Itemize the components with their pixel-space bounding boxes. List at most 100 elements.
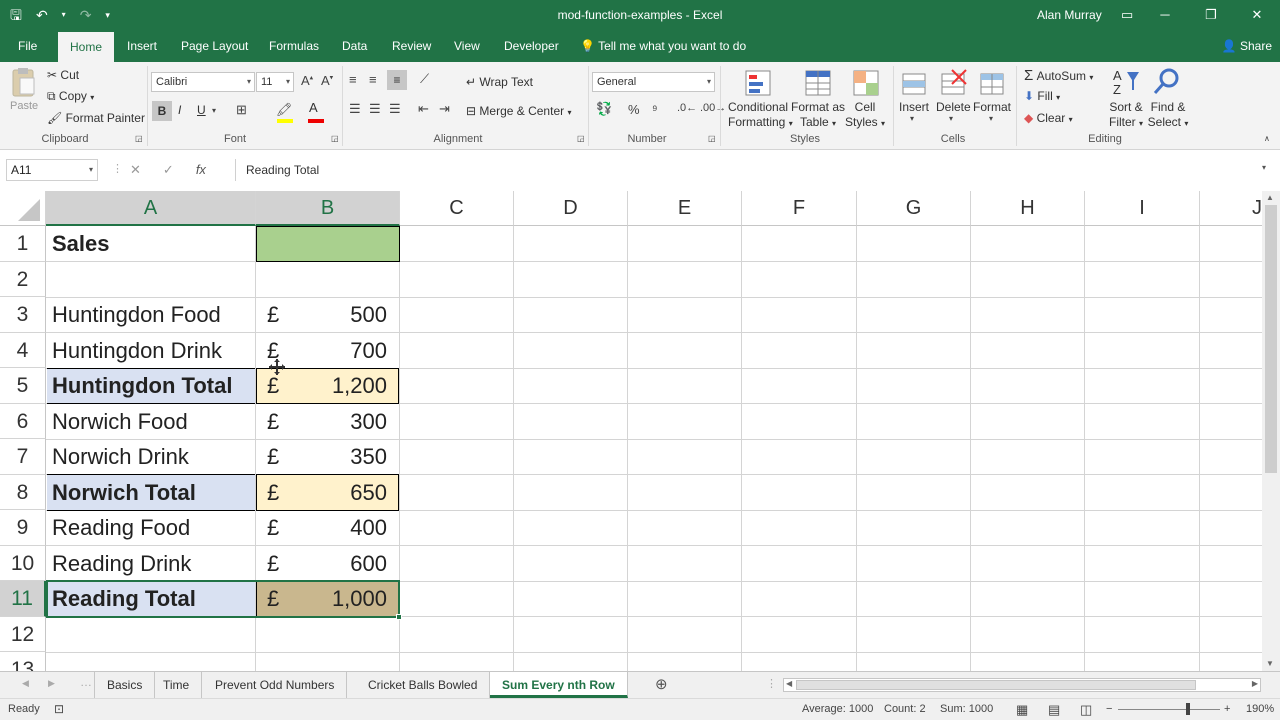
insert-cells-button[interactable]: Insert (899, 100, 929, 114)
minimize-icon[interactable]: ─ (1142, 0, 1188, 30)
sheet-tab-cricket-balls-bowled[interactable]: Cricket Balls Bowled (356, 672, 491, 698)
status-average[interactable]: Average: 1000 (802, 699, 873, 720)
row-header[interactable]: 6 (0, 404, 46, 439)
cell-a9[interactable]: Reading Food (52, 510, 190, 546)
cell-a7[interactable]: Norwich Drink (52, 439, 189, 475)
increase-indent-icon[interactable]: ⇥ (439, 101, 450, 117)
cell-b3[interactable]: 500 (300, 297, 387, 333)
collapse-ribbon-icon[interactable]: ∧ (1264, 134, 1270, 143)
font-launcher-icon[interactable]: ◲ (331, 134, 339, 143)
scroll-left-icon[interactable]: ◀ (786, 679, 792, 688)
cell-b5[interactable]: 1,200 (300, 368, 387, 404)
confirm-entry-icon[interactable]: ✓ (163, 159, 174, 181)
underline-button[interactable]: U (197, 103, 206, 117)
sheet-scroll-left-icon[interactable]: ◀ (22, 678, 29, 689)
number-format-combo[interactable]: General ▾ (592, 72, 715, 92)
column-header-f[interactable]: F (742, 191, 857, 226)
insert-cells-icon[interactable] (899, 68, 929, 98)
format-painter-button[interactable]: 🖌 Format Painter (47, 111, 145, 125)
row-header[interactable]: 1 (0, 226, 46, 262)
cell-a3[interactable]: Huntingdon Food (52, 297, 221, 333)
row-header[interactable]: 11 (0, 581, 46, 617)
zoom-level[interactable]: 190% (1246, 699, 1274, 720)
cell-b11[interactable]: 1,000 (300, 581, 387, 617)
cell-b8[interactable]: 650 (300, 475, 387, 510)
tab-splitter-icon[interactable]: ⋮ (766, 677, 777, 690)
cell-b9[interactable]: 400 (300, 510, 387, 546)
percent-style-icon[interactable]: % (628, 102, 640, 117)
align-left-icon[interactable]: ☰ (349, 101, 361, 117)
cell-a10[interactable]: Reading Drink (52, 546, 191, 581)
decrease-indent-icon[interactable]: ⇤ (418, 101, 429, 117)
tab-formulas[interactable]: Formulas (260, 30, 328, 62)
clear-button[interactable]: ◆ Clear ▾ (1024, 111, 1073, 125)
column-header-e[interactable]: E (628, 191, 742, 226)
sheet-scroll-right-icon[interactable]: ▶ (48, 678, 55, 689)
delete-cells-icon[interactable] (938, 68, 968, 98)
clipboard-launcher-icon[interactable]: ◲ (135, 134, 143, 143)
underline-dropdown-icon[interactable]: ▾ (212, 106, 216, 115)
cell-b10[interactable]: 600 (300, 546, 387, 581)
paste-icon[interactable] (8, 66, 38, 97)
zoom-slider-track[interactable] (1118, 709, 1220, 710)
font-size-combo[interactable]: 11 ▾ (256, 72, 294, 92)
paste-button[interactable]: Paste (10, 100, 38, 112)
scroll-right-icon[interactable]: ▶ (1252, 679, 1258, 688)
row-header[interactable]: 10 (0, 546, 46, 581)
cancel-entry-icon[interactable]: ✕ (130, 159, 141, 181)
restore-icon[interactable]: ❐ (1188, 0, 1234, 30)
cell-b7[interactable]: 350 (300, 439, 387, 475)
name-box[interactable]: A11 ▾ (6, 159, 98, 181)
tab-page-layout[interactable]: Page Layout (172, 30, 257, 62)
cell-a6[interactable]: Norwich Food (52, 404, 188, 439)
conditional-formatting-button[interactable]: Conditional Formatting ▾ (728, 100, 793, 131)
row-header[interactable]: 5 (0, 368, 46, 404)
formula-bar-splitter-icon[interactable]: ⋮ (112, 162, 123, 175)
fill-handle[interactable] (396, 614, 402, 620)
format-dropdown-icon[interactable]: ▾ (989, 114, 993, 123)
align-bottom-icon[interactable]: ≡ (387, 70, 407, 90)
scroll-down-icon[interactable]: ▼ (1266, 659, 1274, 668)
insert-dropdown-icon[interactable]: ▾ (910, 114, 914, 123)
column-header-a[interactable]: A (46, 191, 256, 226)
column-header-d[interactable]: D (514, 191, 628, 226)
row-header[interactable]: 9 (0, 510, 46, 546)
copy-button[interactable]: ⧉ Copy ▾ (47, 89, 94, 104)
font-name-combo[interactable]: Calibri ▾ (151, 72, 255, 92)
sort-filter-icon[interactable]: AZ (1111, 66, 1141, 97)
tab-developer[interactable]: Developer (495, 30, 568, 62)
sheet-tab-sum-every-nth-row[interactable]: Sum Every nth Row (490, 672, 628, 698)
select-all-corner[interactable] (0, 191, 46, 226)
cell-a1[interactable]: Sales (52, 226, 110, 262)
zoom-out-icon[interactable]: − (1106, 699, 1112, 720)
format-cells-button[interactable]: Format (973, 100, 1011, 114)
align-right-icon[interactable]: ☰ (389, 101, 401, 117)
sheet-more-icon[interactable]: … (80, 675, 92, 689)
close-icon[interactable]: ✕ (1234, 0, 1280, 30)
fill-button[interactable]: ⬇ Fill ▾ (1024, 89, 1060, 103)
new-sheet-icon[interactable]: ⊕ (655, 675, 668, 693)
macro-record-icon[interactable]: ⊡ (54, 699, 64, 720)
tab-home[interactable]: Home (58, 32, 115, 62)
wrap-text-button[interactable]: ↵ Wrap Text (466, 75, 533, 89)
horizontal-scroll-thumb[interactable] (796, 680, 1196, 690)
vertical-scrollbar[interactable]: ▲ ▼ (1262, 191, 1280, 671)
status-count[interactable]: Count: 2 (884, 699, 926, 720)
tell-me-search[interactable]: 💡 Tell me what you want to do (580, 30, 746, 62)
align-top-icon[interactable]: ≡ (349, 72, 357, 87)
align-center-icon[interactable]: ☰ (369, 101, 381, 117)
autosum-button[interactable]: Σ AutoSum ▾ (1024, 67, 1093, 84)
accounting-format-icon[interactable]: 💱 (596, 101, 612, 117)
cell-a5[interactable]: Huntingdon Total (52, 368, 232, 404)
column-header-b[interactable]: B (256, 191, 400, 226)
tab-insert[interactable]: Insert (118, 30, 166, 62)
zoom-slider-thumb[interactable] (1186, 703, 1190, 715)
horizontal-scrollbar[interactable]: ◀ ▶ (783, 678, 1261, 692)
cell-styles-button[interactable]: Cell Styles ▾ (845, 100, 885, 131)
delete-dropdown-icon[interactable]: ▾ (949, 114, 953, 123)
vertical-scroll-thumb[interactable] (1265, 205, 1277, 473)
row-header[interactable]: 12 (0, 617, 46, 652)
row-header[interactable]: 2 (0, 262, 46, 297)
row-header[interactable]: 7 (0, 439, 46, 475)
cell-b4[interactable]: 700 (300, 333, 387, 368)
